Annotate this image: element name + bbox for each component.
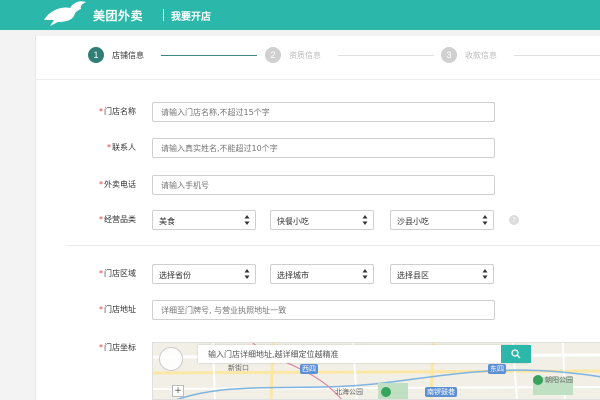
phone-label: *外卖电话 [99,180,136,189]
step-label: 店铺信息 [112,50,144,60]
map-place-label: 朝阳公园 [545,376,573,384]
step-number: 2 [265,47,281,63]
city-select[interactable]: 选择城市 [270,264,374,284]
phone-row: *外卖电话 [36,175,600,197]
step-payment-info: 3 收款信息 [441,47,497,63]
category-select-2[interactable]: 快餐小吃 [270,210,374,230]
select-arrows-icon [244,269,250,279]
header-subtitle: 我要开店 [171,12,211,23]
contact-label: *联系人 [107,143,136,152]
step-store-info: 1 店铺信息 [88,47,144,63]
question-icon[interactable]: ? [509,215,519,225]
map-pan-control[interactable] [159,347,183,371]
main-panel: 1 店铺信息 2 资质信息 3 收款信息 *门店名称 *联系人 *外卖电话 *经… [35,36,600,400]
coordinates-label: *门店坐标 [99,343,136,352]
district-select[interactable]: 选择县区 [390,264,494,284]
map-place-label: 新街口 [228,364,249,372]
progress-steps: 1 店铺信息 2 资质信息 3 收款信息 [36,36,600,80]
map-place-label: 北海公园 [335,388,363,396]
top-header: 美团外卖 我要开店 [0,0,600,30]
category-label: *经营品类 [99,215,136,224]
district-select-value: 选择县区 [397,271,429,280]
step-label: 资质信息 [289,50,321,60]
map-station-badge: 西四 [300,364,318,374]
category-row: *经营品类 美食 快餐小吃 沙县小吃 ? [36,210,600,232]
location-map[interactable]: 输入门店详细地址,越详细定位越精准 + 新街口 西四 北海公园 南锣鼓巷 东四 … [152,342,600,400]
category-select-3[interactable]: 沙县小吃 [390,210,494,230]
step-connector [514,55,600,56]
category-select-1-value: 美食 [159,217,175,226]
step-number: 3 [441,47,457,63]
address-input[interactable] [152,300,495,320]
store-name-row: *门店名称 [36,102,600,124]
select-arrows-icon [482,269,488,279]
address-label: *门店地址 [99,305,136,314]
select-arrows-icon [482,215,488,225]
store-name-input[interactable] [152,102,495,122]
park-icon [533,375,543,385]
region-row: *门店区域 选择省份 选择城市 选择县区 [36,264,600,286]
contact-row: *联系人 [36,138,600,160]
search-icon [511,349,521,359]
map-search-button[interactable] [501,345,531,363]
map-station-badge: 南锣鼓巷 [425,387,457,397]
kangaroo-logo-icon [44,1,86,26]
contact-name-input[interactable] [152,138,495,158]
store-name-label: *门店名称 [99,107,136,116]
select-arrows-icon [362,269,368,279]
map-station-badge: 东四 [488,364,506,374]
address-row: *门店地址 [36,300,600,322]
province-select-value: 选择省份 [159,271,191,280]
phone-input[interactable] [152,175,495,195]
step-label: 收款信息 [465,50,497,60]
select-arrows-icon [362,215,368,225]
step-number: 1 [88,47,104,63]
step-connector [338,55,434,56]
step-connector [161,55,257,56]
map-zoom-in-button[interactable]: + [172,385,184,397]
city-select-value: 选择城市 [277,271,309,280]
category-select-1[interactable]: 美食 [152,210,256,230]
section-divider [66,245,600,246]
province-select[interactable]: 选择省份 [152,264,256,284]
step-qualification-info: 2 资质信息 [265,47,321,63]
park-icon [381,387,391,397]
category-select-3-value: 沙县小吃 [397,217,429,226]
select-arrows-icon [244,215,250,225]
category-select-2-value: 快餐小吃 [277,217,309,226]
region-label: *门店区域 [99,269,136,278]
brand-name[interactable]: 美团外卖 [93,7,143,24]
header-divider [163,9,164,21]
map-search-input[interactable]: 输入门店详细地址,越详细定位越精准 [198,345,528,363]
